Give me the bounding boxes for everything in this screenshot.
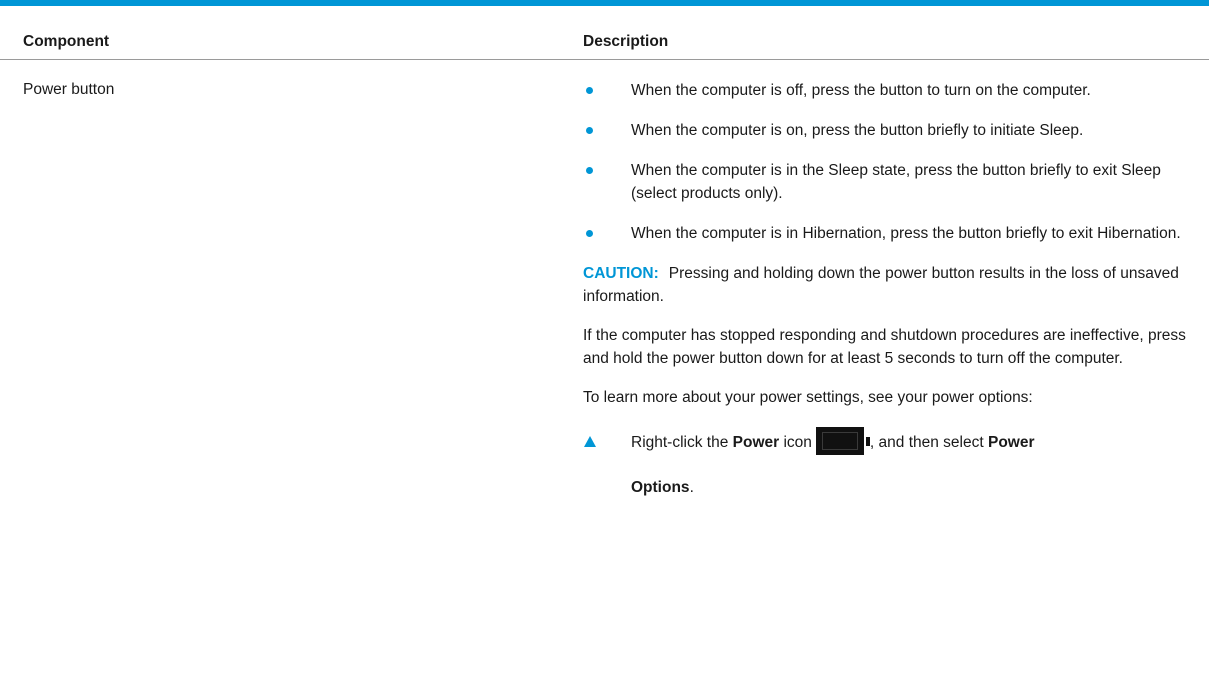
document-page: Component Description Power button When … bbox=[0, 0, 1209, 688]
step-icon-word: icon bbox=[783, 434, 812, 452]
list-item: When the computer is on, press the butto… bbox=[583, 119, 1195, 142]
procedure-step: Right-click the Power icon , and then sel… bbox=[583, 427, 1195, 501]
bullet-text: When the computer is off, press the butt… bbox=[631, 82, 1091, 99]
step-end: . bbox=[689, 479, 694, 496]
step-line-2: Options. bbox=[631, 475, 1195, 501]
battery-fill bbox=[821, 432, 858, 450]
bullet-icon bbox=[586, 87, 593, 94]
bullet-icon bbox=[586, 127, 593, 134]
list-item: When the computer is off, press the butt… bbox=[583, 79, 1195, 102]
step-triangle-icon bbox=[584, 436, 596, 447]
step-option-word: Power bbox=[987, 434, 1035, 452]
bullet-icon bbox=[586, 167, 593, 174]
list-item: When the computer is in Hibernation, pre… bbox=[583, 222, 1195, 245]
step-prefix: Right-click the bbox=[631, 434, 729, 452]
bullet-text: When the computer is in the Sleep state,… bbox=[631, 162, 1161, 202]
step-line-1: Right-click the Power icon , and then sel… bbox=[631, 427, 1195, 457]
caution-label: CAUTION: bbox=[583, 265, 659, 282]
component-cell: Power button bbox=[23, 81, 115, 98]
unresponsive-paragraph: If the computer has stopped responding a… bbox=[583, 327, 1186, 367]
power-settings-paragraph: To learn more about your power settings,… bbox=[583, 389, 1033, 406]
bullet-text: When the computer is in Hibernation, pre… bbox=[631, 225, 1181, 242]
table-header-row: Component Description bbox=[0, 6, 1209, 60]
description-column-header: Description bbox=[583, 33, 669, 50]
component-column-header: Component bbox=[23, 33, 110, 50]
bullet-text: When the computer is on, press the butto… bbox=[631, 122, 1084, 139]
battery-cap bbox=[865, 437, 870, 446]
step-middle: , and then select bbox=[869, 434, 984, 452]
list-item: When the computer is in the Sleep state,… bbox=[583, 159, 1195, 205]
bullet-icon bbox=[586, 230, 593, 237]
step-power-word: Power bbox=[732, 434, 780, 452]
description-cell: When the computer is off, press the butt… bbox=[583, 79, 1195, 501]
bullet-list: When the computer is off, press the butt… bbox=[583, 79, 1195, 245]
caution-note: CAUTION: Pressing and holding down the po… bbox=[583, 262, 1195, 308]
step-option-word-2: Options bbox=[631, 479, 690, 496]
caution-text: Pressing and holding down the power butt… bbox=[583, 265, 1179, 305]
battery-icon bbox=[815, 427, 870, 455]
